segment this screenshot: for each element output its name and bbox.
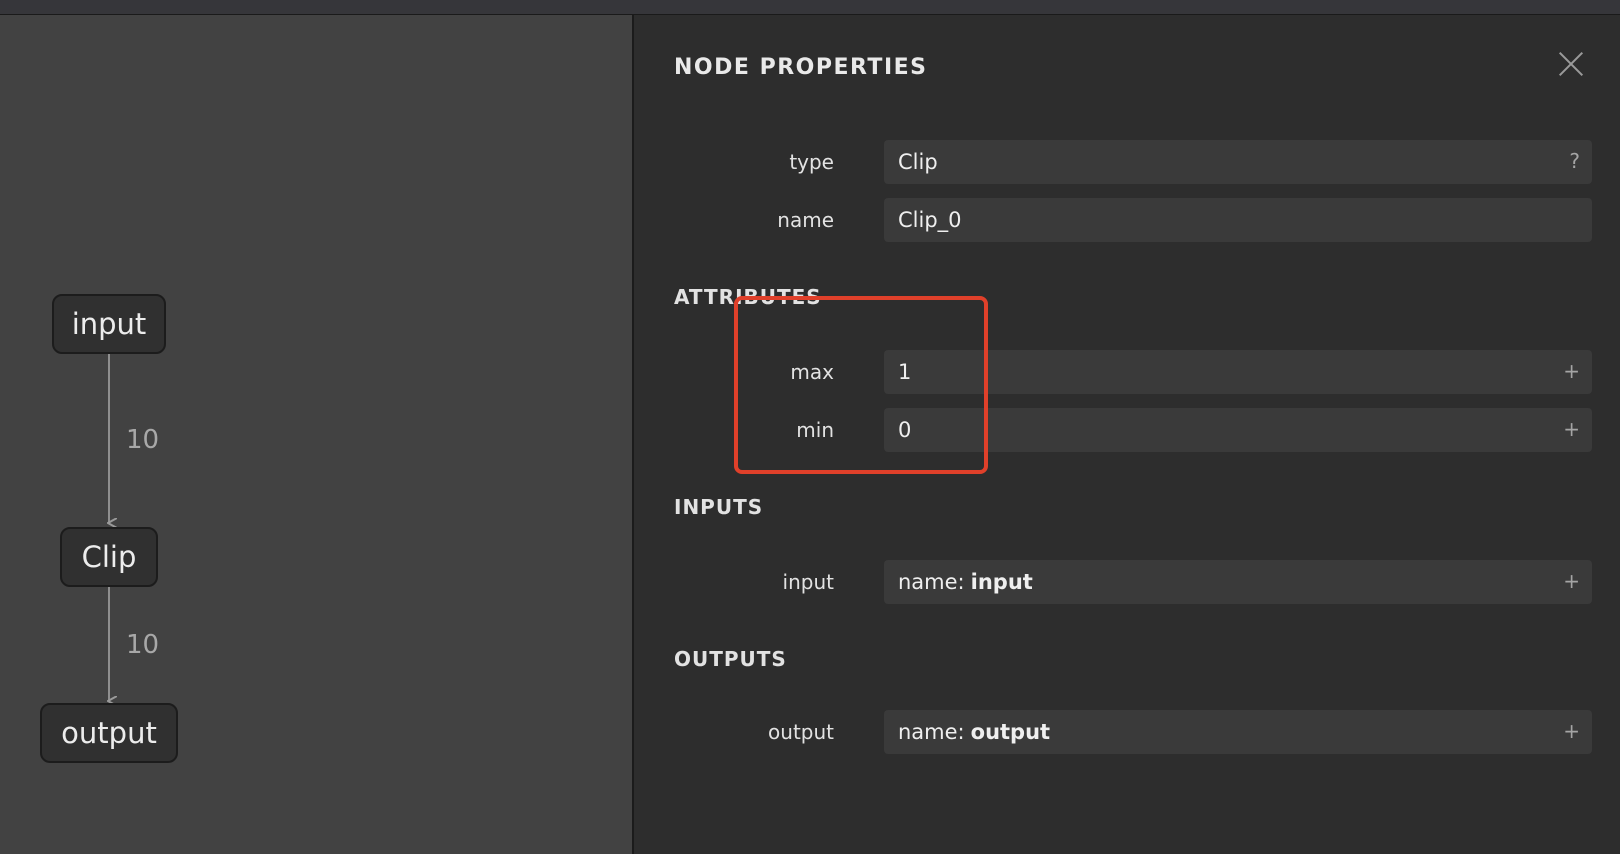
name-label: name [777,208,834,232]
close-icon[interactable] [1556,49,1586,79]
graph-node-output[interactable]: output [40,703,178,763]
attribute-min-value: 0 [898,418,912,442]
graph-node-input[interactable]: input [52,294,166,354]
attribute-max-value: 1 [898,360,912,384]
type-field[interactable]: Clip ? [884,140,1592,184]
name-field[interactable]: Clip_0 [884,198,1592,242]
expand-plus-icon[interactable]: + [1563,569,1580,593]
attribute-min-label: min [796,418,834,442]
attribute-min-field[interactable]: 0 + [884,408,1592,452]
type-label: type [789,150,834,174]
input-label: input [782,570,834,594]
input-prefix: name: [898,570,965,594]
node-label: input [71,307,147,341]
name-value: Clip_0 [898,208,962,232]
node-properties-panel: NODE PROPERTIES type Clip ? name Clip_0 … [634,15,1620,854]
input-field[interactable]: name: input + [884,560,1592,604]
expand-plus-icon[interactable]: + [1563,719,1580,743]
node-label: Clip [81,540,137,574]
edge-label-shape: 10 [126,630,160,660]
expand-plus-icon[interactable]: + [1563,359,1580,383]
inputs-section-title: INPUTS [674,495,764,519]
expand-plus-icon[interactable]: + [1563,417,1580,441]
attribute-max-label: max [790,360,834,384]
output-value: output [970,720,1051,744]
attribute-max-field[interactable]: 1 + [884,350,1592,394]
graph-node-clip[interactable]: Clip [60,527,158,587]
help-icon[interactable]: ? [1569,149,1580,173]
top-bar [0,0,1620,15]
output-field[interactable]: name: output + [884,710,1592,754]
edge-label-shape: 10 [126,425,160,455]
type-value: Clip [898,150,938,174]
attributes-section-title: ATTRIBUTES [674,285,822,309]
outputs-section-title: OUTPUTS [674,647,787,671]
output-label: output [768,720,834,744]
node-label: output [61,716,157,750]
input-value: input [970,570,1033,594]
output-prefix: name: [898,720,965,744]
graph-canvas[interactable]: input 10 Clip 10 output [0,15,634,854]
panel-title: NODE PROPERTIES [674,55,928,80]
